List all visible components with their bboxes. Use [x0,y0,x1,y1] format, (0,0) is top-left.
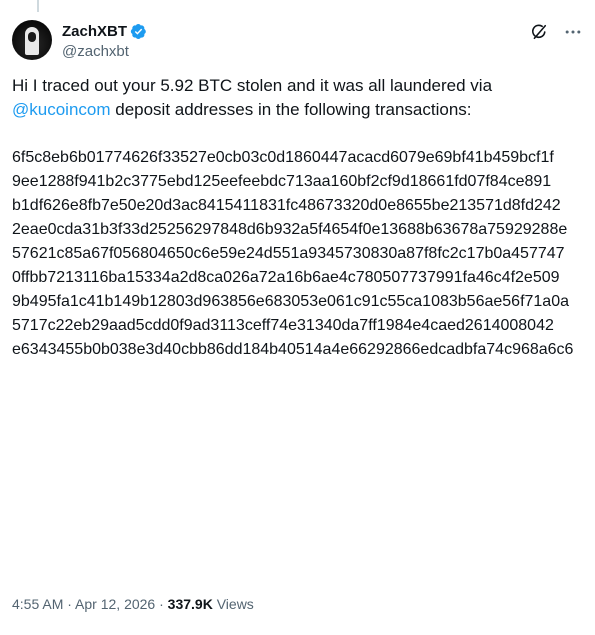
tweet-text-after: deposit addresses in the following trans… [110,100,472,119]
transaction-hash: 57621c85a67f056804650c6e59e24d551a934573… [12,245,565,262]
transaction-hash: 5717c22eb29aad5cdd0f9ad3113ceff74e31340d… [12,317,554,334]
transaction-hash: 0ffbb7213116ba15334a2d8ca026a72a16b6ae4c… [12,269,560,286]
views-label: Views [212,596,254,612]
transaction-hash-list: 6f5c8eb6b01774626f33527e0cb03c0d1860447a… [12,146,582,362]
display-name-row: ZachXBT [62,21,147,41]
transaction-hash: e6343455b0b038e3d40cbb86dd184b40514a4e66… [12,341,574,358]
meta-separator: · [63,596,76,612]
tweet-text-before: Hi I traced out your 5.92 BTC stolen and… [12,76,493,95]
mention-link[interactable]: @kucoincom [12,100,111,119]
header-actions [529,22,583,42]
transaction-hash: 2eae0cda31b3f33d25256297848d6b932a5f4654… [12,221,568,238]
tweet-meta: 4:55 AM · Apr 12, 2026 · 337.9K Views [12,594,254,614]
tweet-second-line: @kucoincom deposit addresses in the foll… [12,98,582,122]
author-display-name[interactable]: ZachXBT [62,23,127,40]
transaction-hash: 9ee1288f941b2c3775ebd125eefeebdc713aa160… [12,173,552,190]
transaction-hash: 9b495fa1c41b149b12803d963856e683053e061c… [12,293,569,310]
tweet-time[interactable]: 4:55 AM [12,596,63,612]
meta-separator: · [155,596,168,612]
avatar[interactable] [12,20,52,60]
author-info: ZachXBT @zachxbt [62,21,147,60]
tweet-intro-line: Hi I traced out your 5.92 BTC stolen and… [12,74,582,98]
verified-badge-icon [130,23,146,39]
transaction-hash: b1df626e8fb7e50e20d3ac8415411831fc486733… [12,197,561,214]
more-options-icon[interactable] [563,22,583,42]
grok-icon[interactable] [529,22,549,42]
author-handle[interactable]: @zachxbt [62,43,147,60]
tweet-date[interactable]: Apr 12, 2026 [75,596,155,612]
transaction-hash: 6f5c8eb6b01774626f33527e0cb03c0d1860447a… [12,149,554,166]
avatar-face [28,32,36,42]
views-count: 337.9K [167,596,213,612]
tweet-body: Hi I traced out your 5.92 BTC stolen and… [12,74,582,122]
thread-connector-line [37,0,39,12]
tweet-header: ZachXBT @zachxbt [12,20,583,64]
